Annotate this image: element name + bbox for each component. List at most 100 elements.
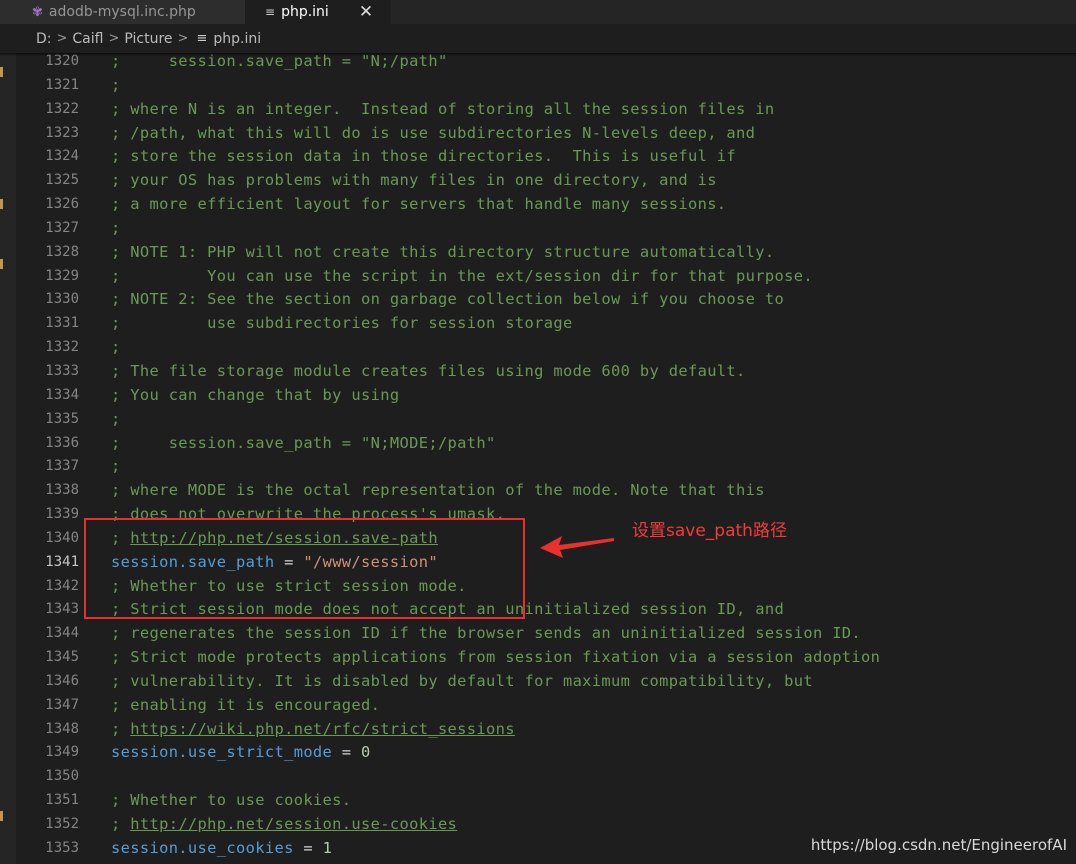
code-line[interactable]: ; vulnerability. It is disabled by defau… (111, 670, 1071, 694)
code-line[interactable]: ; enabling it is encouraged. (111, 694, 1071, 718)
line-number-gutter: 1320 1321 1322 1323 1324 1325 1326 1327 1328 1329… (16, 50, 82, 861)
line-number: 1333 (45, 362, 79, 379)
line-number: 1348 (45, 720, 79, 737)
code-token: ; You can use the script in the ext/sess… (111, 266, 813, 285)
breadcrumb-item-picture[interactable]: Picture (124, 31, 172, 47)
line-number: 1331 (45, 315, 79, 332)
code-line[interactable]: ; where MODE is the octal representation… (111, 479, 1071, 503)
code-token: session.use_cookies (111, 838, 294, 857)
code-line[interactable] (111, 765, 1071, 789)
code-line[interactable]: ; /path, what this will do is use subdir… (111, 122, 1071, 146)
code-line[interactable]: ; (111, 217, 1071, 241)
code-token: 0 (361, 743, 371, 762)
tab-adodb-mysql[interactable]: ✾ adodb-mysql.inc.php (0, 0, 245, 24)
code-line[interactable]: ; regenerates the session ID if the brow… (111, 622, 1071, 646)
code-token: ; store the session data in those direct… (111, 147, 737, 166)
code-line[interactable]: ; a more efficient layout for servers th… (111, 193, 1071, 217)
code-link[interactable]: https://wiki.php.net/rfc/strict_sessions (130, 720, 515, 738)
code-token: ; You can change that by using (111, 385, 400, 404)
code-token: ; NOTE 2: See the section on garbage col… (111, 290, 785, 309)
line-number: 1334 (45, 386, 79, 403)
code-token: ; (111, 75, 121, 94)
watermark: https://blog.csdn.net/EngineerofAI (810, 836, 1067, 854)
edge-marker (0, 199, 3, 209)
left-edge-panel (0, 53, 16, 864)
code-token: ; your OS has problems with many files i… (111, 171, 717, 190)
code-link[interactable]: http://php.net/session.use-cookies (130, 815, 457, 833)
code-line[interactable]: ; where N is an integer. Instead of stor… (111, 98, 1071, 122)
code-token: ; NOTE 1: PHP will not create this direc… (111, 242, 775, 261)
code-line[interactable]: ; (111, 408, 1071, 432)
line-number: 1330 (45, 291, 79, 308)
chevron-right-icon: > (108, 31, 120, 46)
code-line[interactable]: ; NOTE 2: See the section on garbage col… (111, 288, 1071, 312)
php-file-icon: ✾ (32, 4, 43, 20)
code-token: = (293, 838, 323, 857)
line-number: 1339 (45, 506, 79, 523)
code-line[interactable]: ; You can change that by using (111, 384, 1071, 408)
code-token: ; where N is an integer. Instead of stor… (111, 99, 775, 118)
code-line[interactable]: ; https://wiki.php.net/rfc/strict_sessio… (111, 718, 1071, 742)
code-line[interactable]: ; use subdirectories for session storage (111, 312, 1071, 336)
code-token: ; (111, 719, 131, 738)
chevron-right-icon: > (177, 31, 189, 46)
line-number: 1353 (45, 839, 79, 856)
code-line[interactable]: ; Whether to use cookies. (111, 789, 1071, 813)
line-number: 1352 (45, 816, 79, 832)
code-token: session.use_strict_mode (111, 743, 333, 762)
line-number: 1346 (45, 672, 79, 689)
code-token: ; use subdirectories for session storage (111, 314, 573, 333)
code-token: ; regenerates the session ID if the brow… (111, 624, 862, 643)
code-token: ; vulnerability. It is disabled by defau… (111, 671, 813, 690)
code-line[interactable]: ; (111, 74, 1071, 98)
line-number: 1332 (45, 339, 79, 356)
line-number: 1343 (45, 601, 79, 618)
annotation-label: 设置save_path路径 (632, 521, 787, 541)
line-number: 1324 (45, 148, 79, 165)
code-line[interactable]: ; Strict mode protects applications from… (111, 646, 1071, 670)
code-token: ; Strict mode protects applications from… (111, 648, 881, 667)
edge-marker (0, 259, 3, 269)
tab-label: php.ini (281, 4, 329, 20)
code-token: ; (111, 218, 121, 237)
code-line[interactable]: ; (111, 455, 1071, 479)
line-number: 1323 (45, 124, 79, 141)
code-line[interactable]: session.use_strict_mode = 0 (111, 741, 1071, 765)
line-number: 1335 (45, 410, 79, 427)
tab-label: adodb-mysql.inc.php (48, 4, 196, 20)
code-line[interactable]: ; your OS has problems with many files i… (111, 169, 1071, 193)
code-line[interactable]: ; (111, 336, 1071, 360)
line-number: 1341 (45, 553, 79, 570)
code-line[interactable]: ; The file storage module creates files … (111, 360, 1071, 384)
code-line[interactable]: ; store the session data in those direct… (111, 145, 1071, 169)
line-number: 1336 (45, 434, 79, 451)
line-number: 1345 (45, 649, 79, 666)
breadcrumb-item-drive[interactable]: D: (36, 31, 52, 47)
breadcrumb-item-caifl[interactable]: Caifl (72, 31, 103, 47)
code-line[interactable]: ; http://php.net/session.use-cookies (111, 813, 1071, 837)
line-number: 1350 (45, 768, 79, 785)
line-number: 1321 (45, 76, 79, 93)
breadcrumb-item-file[interactable]: php.ini (213, 31, 261, 47)
code-line[interactable]: ; You can use the script in the ext/sess… (111, 265, 1071, 289)
line-number: 1349 (45, 744, 79, 761)
code-editor[interactable]: ; session.save_path = "N;/path";; where … (111, 50, 1071, 861)
line-number: 1325 (45, 172, 79, 189)
line-number: 1344 (45, 625, 79, 642)
code-line[interactable]: ; NOTE 1: PHP will not create this direc… (111, 241, 1071, 265)
close-icon[interactable]: ✕ (359, 3, 373, 21)
line-number: 1327 (45, 219, 79, 236)
highlight-box (84, 518, 525, 619)
line-number: 1337 (45, 458, 79, 475)
code-token: ; /path, what this will do is use subdir… (111, 123, 756, 142)
code-line[interactable]: ; session.save_path = "N;MODE;/path" (111, 432, 1071, 456)
tab-php-ini[interactable]: ≡ php.ini ✕ (245, 0, 391, 24)
breadcrumb-shadow (0, 53, 1076, 56)
code-token: ; Whether to use cookies. (111, 791, 352, 810)
edge-marker (0, 811, 3, 821)
code-token: ; The file storage module creates files … (111, 361, 746, 380)
breadcrumb: D: > Caifl > Picture > ≡ php.ini (0, 24, 1076, 53)
code-token: ; (111, 457, 121, 476)
red-arrow-icon (540, 536, 614, 558)
code-token: ; (111, 815, 131, 833)
